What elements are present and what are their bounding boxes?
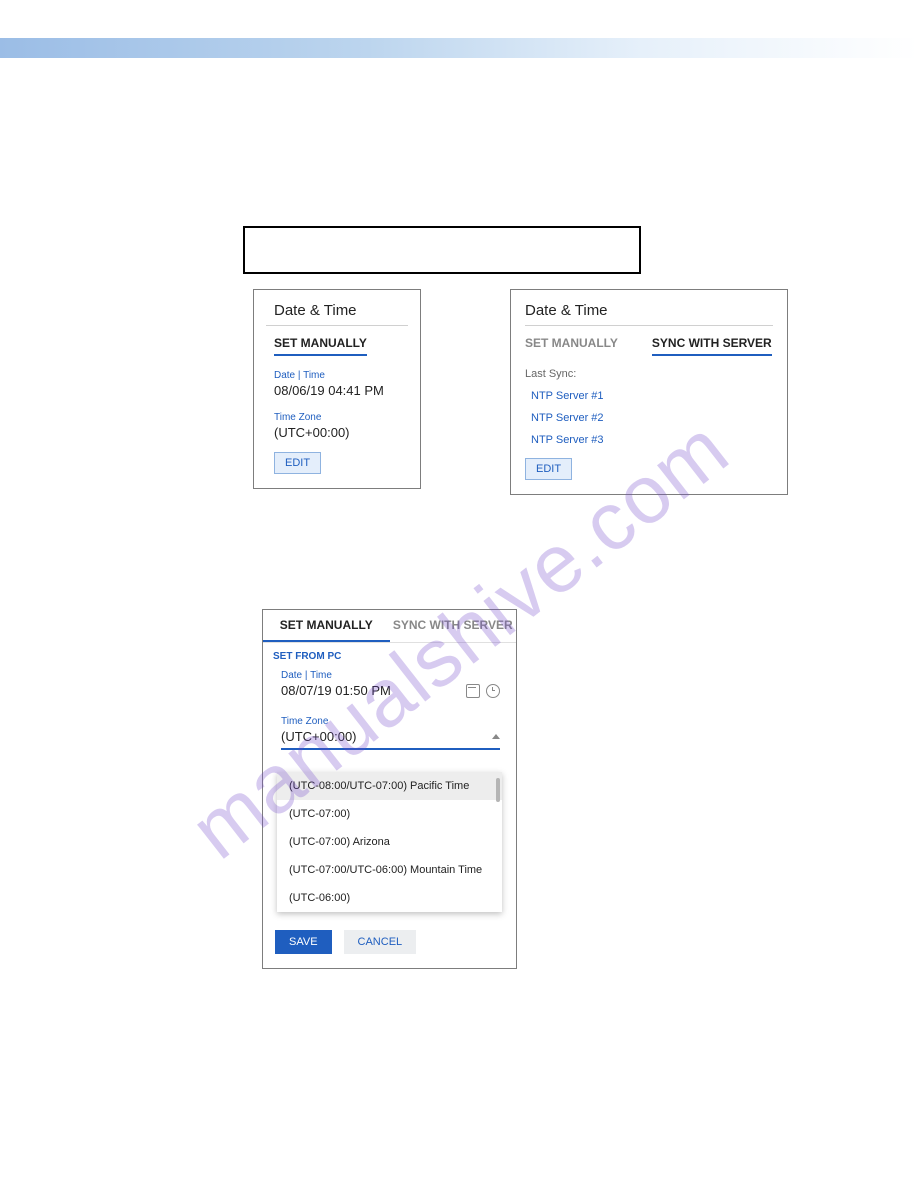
date-time-label: Date | Time [274, 370, 408, 381]
timezone-dropdown: (UTC-08:00/UTC-07:00) Pacific Time (UTC-… [277, 772, 502, 912]
date-time-field: Date | Time 08/07/19 01:50 PM [263, 666, 516, 698]
button-row: SAVE CANCEL [263, 916, 516, 968]
tab-row: SET MANUALLY SYNC WITH SERVER [525, 332, 773, 356]
date-time-value[interactable]: 08/07/19 01:50 PM [281, 683, 391, 698]
tab-row: SET MANUALLY SYNC WITH SERVER [263, 610, 516, 643]
ntp-server-3[interactable]: NTP Server #3 [531, 434, 773, 446]
dropdown-item[interactable]: (UTC-07:00) [277, 800, 502, 828]
dropdown-item[interactable]: (UTC-06:00) [277, 884, 502, 912]
divider [525, 325, 773, 326]
cancel-button[interactable]: CANCEL [344, 930, 417, 954]
edit-button[interactable]: EDIT [274, 452, 321, 474]
card-title: Date & Time [525, 302, 773, 319]
tab-set-manually[interactable]: SET MANUALLY [274, 332, 367, 356]
date-time-card-sync: Date & Time SET MANUALLY SYNC WITH SERVE… [510, 289, 788, 495]
tab-sync-with-server[interactable]: SYNC WITH SERVER [390, 610, 517, 642]
date-time-value: 08/06/19 04:41 PM [274, 383, 408, 398]
set-from-pc-link[interactable]: SET FROM PC [263, 643, 516, 666]
tab-set-manually[interactable]: SET MANUALLY [525, 332, 618, 356]
ntp-server-1[interactable]: NTP Server #1 [531, 390, 773, 402]
date-time-edit-panel: SET MANUALLY SYNC WITH SERVER SET FROM P… [262, 609, 517, 969]
date-time-label: Date | Time [281, 670, 500, 681]
card-title: Date & Time [266, 302, 408, 319]
tab-set-manually[interactable]: SET MANUALLY [263, 610, 390, 642]
placeholder-box [243, 226, 641, 274]
edit-button[interactable]: EDIT [525, 458, 572, 480]
calendar-icon[interactable] [466, 684, 480, 698]
date-time-card-manual: Date & Time SET MANUALLY Date | Time 08/… [253, 289, 421, 489]
timezone-field: Time Zone (UTC+00:00) [263, 712, 516, 750]
timezone-value: (UTC+00:00) [274, 425, 408, 440]
timezone-select[interactable]: (UTC+00:00) [281, 729, 500, 750]
tab-sync-with-server[interactable]: SYNC WITH SERVER [652, 332, 772, 356]
divider [266, 325, 408, 326]
save-button[interactable]: SAVE [275, 930, 332, 954]
last-sync-label: Last Sync: [525, 368, 773, 380]
timezone-value: (UTC+00:00) [281, 729, 357, 744]
ntp-server-2[interactable]: NTP Server #2 [531, 412, 773, 424]
dropdown-item[interactable]: (UTC-07:00/UTC-06:00) Mountain Time [277, 856, 502, 884]
header-gradient [0, 38, 918, 58]
dropdown-item[interactable]: (UTC-07:00) Arizona [277, 828, 502, 856]
timezone-label: Time Zone [274, 412, 408, 423]
date-time-icons [466, 684, 500, 698]
clock-icon[interactable] [486, 684, 500, 698]
timezone-label: Time Zone [281, 716, 500, 727]
dropdown-item[interactable]: (UTC-08:00/UTC-07:00) Pacific Time [277, 772, 502, 800]
dropdown-scrollbar[interactable] [496, 778, 500, 802]
chevron-up-icon [492, 734, 500, 739]
